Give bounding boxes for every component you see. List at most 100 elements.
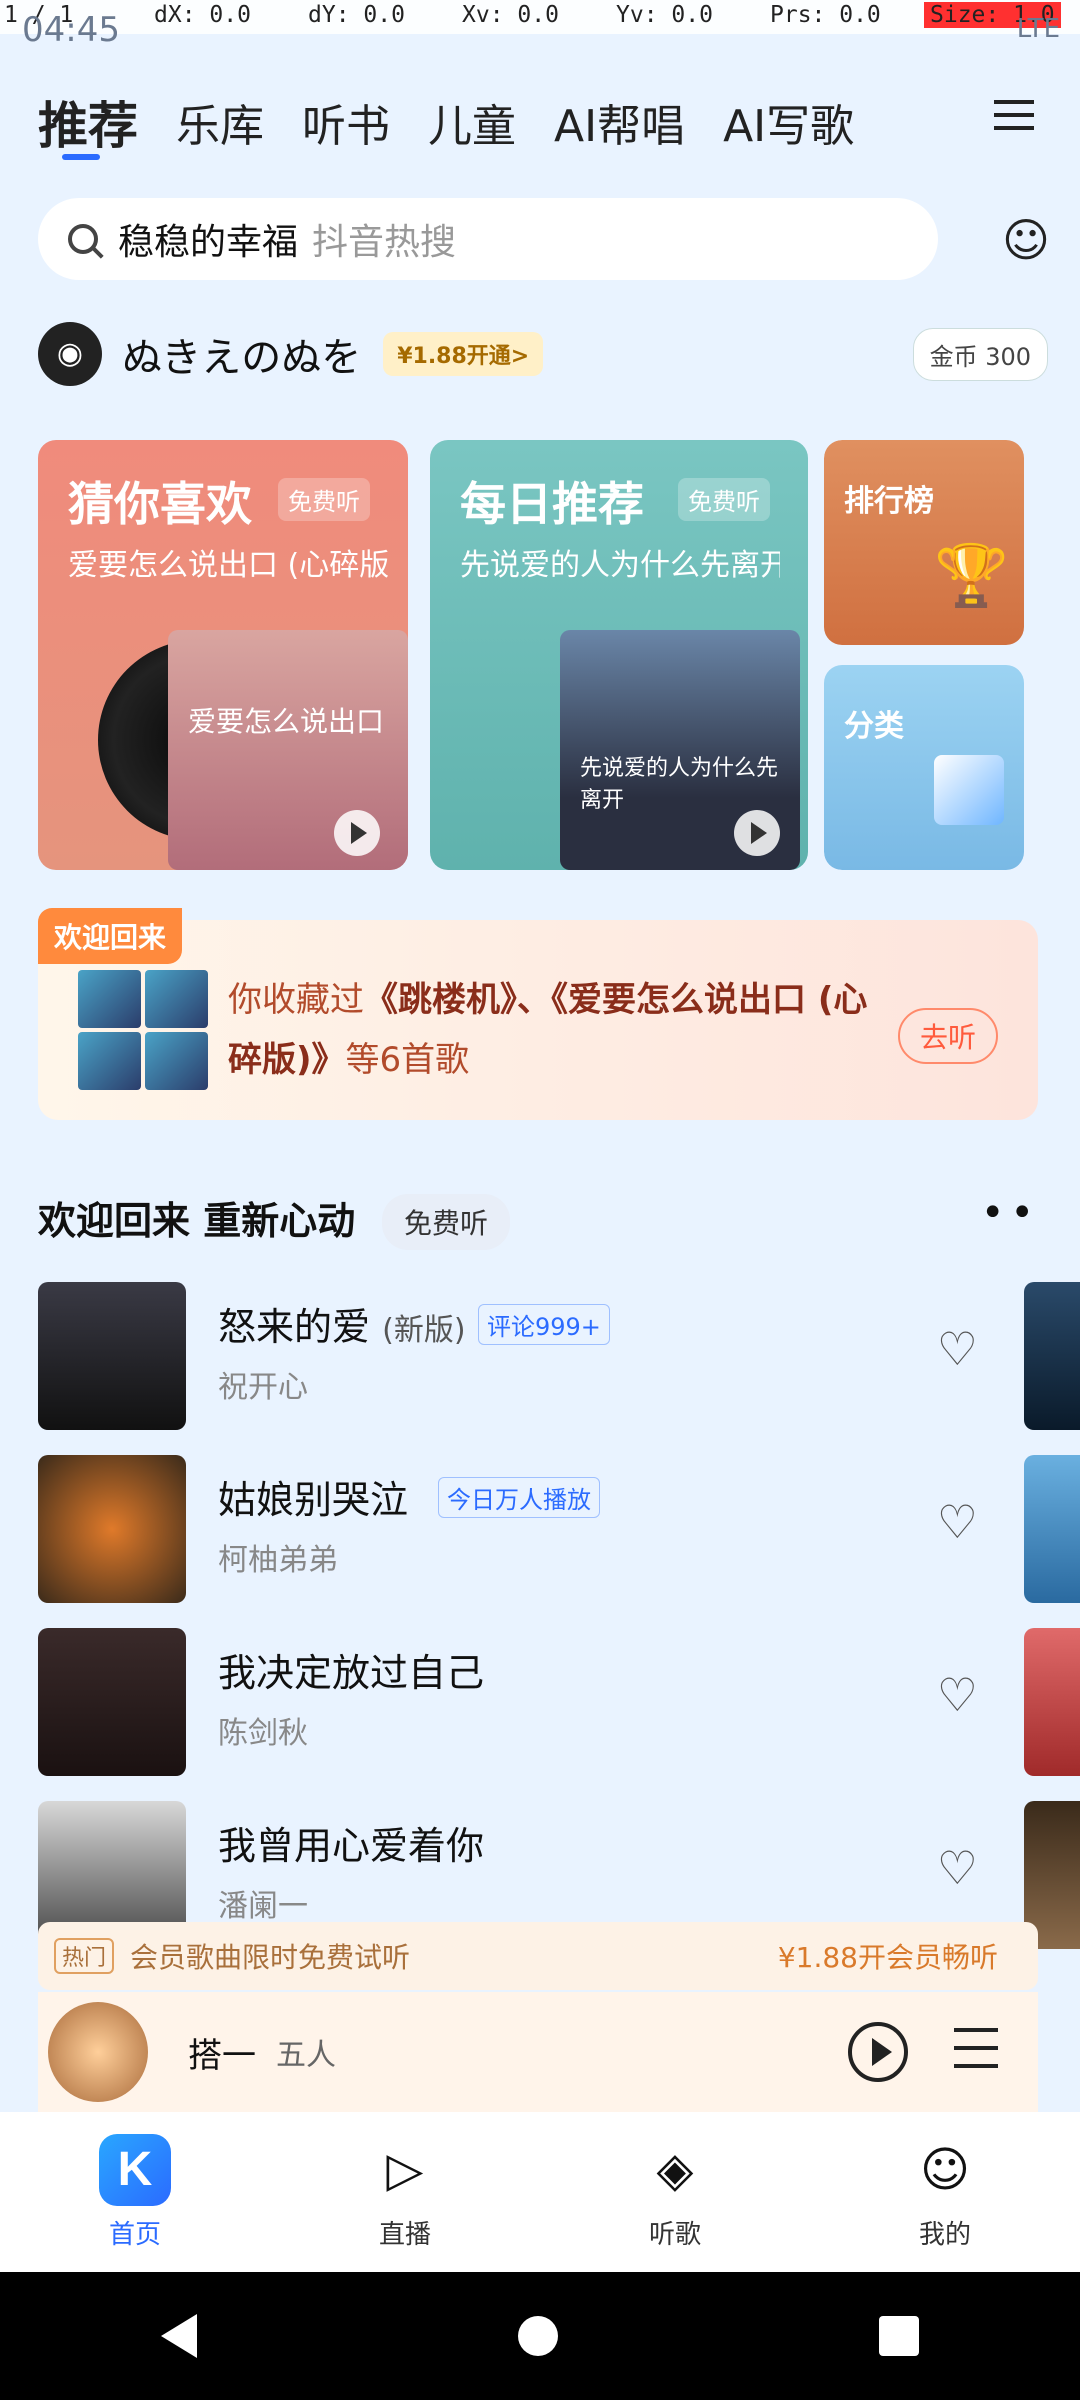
coins-badge[interactable]: 金币 300 [912, 328, 1048, 381]
daily-card-badge: 免费听 [678, 478, 770, 521]
nav-music[interactable]: ◈ 听歌 [575, 2134, 775, 2251]
next-page-cover[interactable] [1024, 1282, 1080, 1430]
song-title: 姑娘别哭泣 [218, 1478, 409, 1522]
live-icon: ▷ [386, 2141, 424, 2198]
comeback-text: 你收藏过《跳楼机》、《爱要怎么说出口 (心碎版)》等6首歌 [228, 970, 868, 1090]
nav-profile[interactable]: ☺ 我的 [845, 2134, 1045, 2251]
guess-cover-text: 爱要怎么说出口 [188, 705, 385, 738]
menu-icon[interactable] [994, 100, 1034, 130]
profile-icon: ☺ [919, 2141, 971, 2198]
music-icon: ◈ [656, 2141, 694, 2198]
debug-dx: dX: 0.0 [154, 2, 251, 28]
section-free-listen-button[interactable]: 免费听 [382, 1194, 511, 1250]
comeback-text-suffix: 等6首歌 [345, 1040, 470, 1080]
home-icon: K [99, 2133, 171, 2206]
rank-card[interactable]: 排行榜 🏆 [824, 440, 1024, 645]
bottom-nav: K 首页 ▷ 直播 ◈ 听歌 ☺ 我的 [0, 2112, 1080, 2272]
cover-thumb [145, 970, 208, 1028]
nav-profile-label: 我的 [918, 2219, 971, 2250]
song-version: (新版) [382, 1313, 466, 1348]
username[interactable]: ぬきえのぬを [122, 325, 361, 383]
guess-card-badge: 免费听 [278, 478, 370, 521]
playlist-icon[interactable] [954, 2028, 998, 2068]
guess-card-subtitle: 爱要怎么说出口 (心碎版) [68, 548, 388, 583]
back-icon[interactable] [160, 2314, 197, 2358]
song-tag: 评论999+ [478, 1304, 610, 1345]
nav-live-label: 直播 [378, 2219, 431, 2250]
category-card-title: 分类 [844, 709, 904, 744]
guess-you-like-card[interactable]: 猜你喜欢 免费听 爱要怎么说出口 (心碎版) 爱要怎么说出口 [38, 440, 408, 870]
next-page-cover[interactable] [1024, 1455, 1080, 1603]
song-title: 我决定放过自己 [218, 1651, 485, 1695]
song-artist: 潘阑一 [218, 1889, 308, 1924]
promo-message: 会员歌曲限时免费试听 [130, 1941, 411, 1974]
tab-kids[interactable]: 儿童 [428, 90, 516, 154]
daily-play-icon[interactable] [734, 810, 780, 856]
tab-library[interactable]: 乐库 [176, 90, 264, 154]
nav-live[interactable]: ▷ 直播 [305, 2134, 505, 2251]
cover-thumb [145, 1032, 208, 1090]
song-title: 怒来的爱 (新版) [218, 1296, 466, 1351]
next-page-cover[interactable] [1024, 1628, 1080, 1776]
vip-promo-strip[interactable]: 热门 会员歌曲限时免费试听 ¥1.88开会员畅听 [38, 1922, 1038, 1990]
daily-cover-text: 先说爱的人为什么先离开 [580, 756, 779, 813]
song-artist: 陈剑秋 [218, 1716, 308, 1751]
comeback-tag: 欢迎回来 [38, 908, 183, 964]
comeback-listen-button[interactable]: 去听 [897, 1008, 998, 1064]
promo-cta[interactable]: ¥1.88开会员畅听 [778, 1936, 998, 1976]
comeback-banner[interactable]: 欢迎回来 你收藏过《跳楼机》、《爱要怎么说出口 (心碎版)》等6首歌 去听 [38, 908, 1038, 1120]
list-item[interactable]: 怒来的爱 (新版) 评论999+ 祝开心 ♡ [38, 1282, 988, 1430]
tab-ai-sing[interactable]: AI帮唱 [554, 90, 685, 154]
search-icon [68, 224, 98, 254]
top-tabs: 推荐 乐库 听书 儿童 AI帮唱 AI写歌 [0, 62, 1080, 182]
play-icon[interactable] [848, 2022, 908, 2082]
debug-overlay: 1 / 1 dX: 0.0 dY: 0.0 Xv: 0.0 Yv: 0.0 Pr… [0, 0, 1080, 34]
home-button-icon[interactable] [517, 2316, 558, 2356]
daily-recommend-card[interactable]: 每日推荐 免费听 先说爱的人为什么先离开 先说爱的人为什么先离开 [430, 440, 808, 870]
status-network: LTE [1016, 14, 1060, 44]
tab-audiobook[interactable]: 听书 [302, 90, 390, 154]
nav-home[interactable]: K 首页 [35, 2133, 235, 2251]
tab-ai-write[interactable]: AI写歌 [723, 90, 854, 154]
section-title: 欢迎回来 重新心动 [38, 1199, 356, 1243]
recents-icon[interactable] [879, 2316, 920, 2356]
player-artist: 五人 [276, 2038, 336, 2073]
player-cover[interactable] [48, 2002, 148, 2102]
list-item[interactable]: 姑娘别哭泣 今日万人播放 柯柚弟弟 ♡ [38, 1455, 988, 1603]
debug-dy: dY: 0.0 [308, 2, 405, 28]
guess-card-title: 猜你喜欢 [68, 477, 252, 531]
heart-icon[interactable]: ♡ [937, 1322, 978, 1376]
song-title: 我曾用心爱着你 [218, 1824, 485, 1868]
heart-icon[interactable]: ♡ [937, 1495, 978, 1549]
nav-home-label: 首页 [108, 2219, 161, 2250]
guess-play-icon[interactable] [334, 810, 380, 856]
heart-icon[interactable]: ♡ [937, 1668, 978, 1722]
song-cover [38, 1282, 186, 1430]
song-title-text: 怒来的爱 [218, 1305, 371, 1349]
heart-icon[interactable]: ♡ [937, 1841, 978, 1895]
song-cover [38, 1628, 186, 1776]
player-title: 搭一 [188, 2035, 256, 2076]
song-artist: 柯柚弟弟 [218, 1543, 338, 1578]
vip-offer-button[interactable]: ¥1.88开通> [383, 332, 544, 376]
recognize-music-icon[interactable]: ☺ [998, 212, 1054, 268]
cover-thumb [78, 970, 141, 1028]
cube-icon [934, 755, 1004, 825]
list-item[interactable]: 我决定放过自己 陈剑秋 ♡ [38, 1628, 988, 1776]
promo-mark: 热门 [54, 1938, 115, 1974]
daily-card-title: 每日推荐 [460, 477, 644, 531]
search-query: 稳稳的幸福 [118, 222, 299, 263]
search-bar[interactable]: 稳稳的幸福 抖音热搜 [38, 198, 938, 280]
trophy-icon: 🏆 [934, 541, 1009, 611]
status-time: 04:45 [22, 10, 120, 50]
mini-player[interactable]: 搭一 五人 [38, 1992, 1038, 2112]
nav-music-label: 听歌 [648, 2219, 701, 2250]
active-tab-indicator [62, 154, 100, 160]
debug-yv: Yv: 0.0 [616, 2, 713, 28]
category-card[interactable]: 分类 [824, 665, 1024, 870]
tab-recommend[interactable]: 推荐 [38, 86, 138, 158]
more-icon[interactable]: •• [981, 1190, 1040, 1236]
avatar[interactable]: ◉ [38, 322, 102, 386]
daily-card-subtitle: 先说爱的人为什么先离开 [460, 548, 780, 583]
cover-thumb [78, 1032, 141, 1090]
